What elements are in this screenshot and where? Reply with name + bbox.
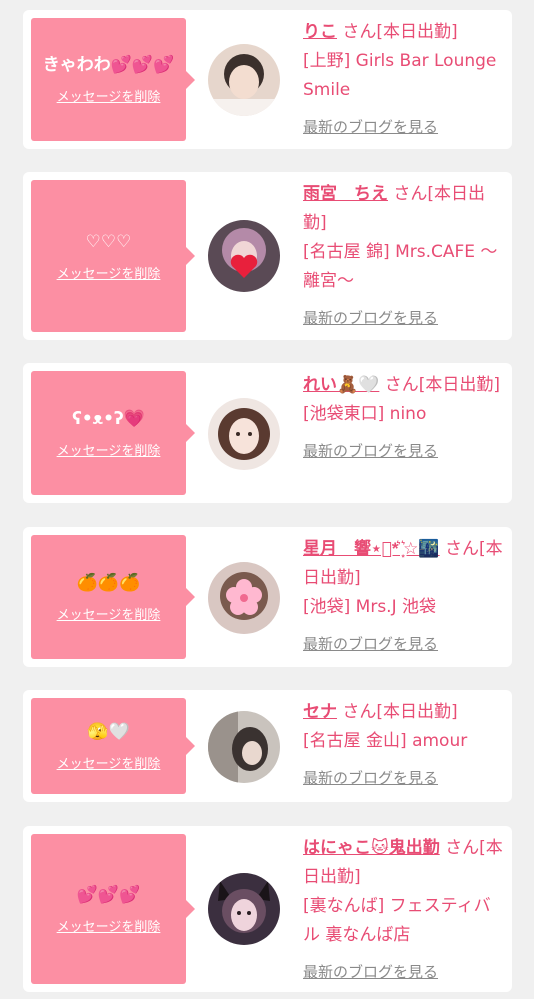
latest-blog-link[interactable]: 最新のブログを見る	[303, 437, 503, 466]
message-bubble: 💕💕💕 メッセージを削除	[31, 834, 195, 984]
message-text: 🍊🍊🍊	[76, 572, 141, 593]
latest-blog-link[interactable]: 最新のブログを見る	[303, 304, 503, 333]
cast-info: りこ さん[本日出勤] [上野] Girls Bar Lounge Smile …	[303, 18, 503, 142]
shop-text: [名古屋 金山] amour	[303, 731, 468, 751]
delete-message-link[interactable]: メッセージを削除	[57, 916, 161, 935]
message-bubble: 🫣🤍 メッセージを削除	[31, 698, 195, 794]
shop-text: [池袋] Mrs.J 池袋	[303, 597, 437, 617]
avatar[interactable]	[208, 220, 280, 292]
latest-blog-link[interactable]: 最新のブログを見る	[303, 630, 503, 659]
message-bubble: ʕ•ᴥ•ʔ💗 メッセージを削除	[31, 371, 195, 495]
avatar[interactable]	[208, 711, 280, 783]
status-text: さん[本日出勤]	[379, 375, 501, 395]
shop-text: [池袋東口] nino	[303, 404, 427, 424]
shop-text: [裏なんば] フェスティバル 裏なんば店	[303, 896, 491, 945]
cast-name-link[interactable]: りこ	[303, 22, 337, 42]
cast-name-link[interactable]: はにゃこ🐱鬼出勤	[303, 838, 440, 858]
avatar[interactable]	[208, 873, 280, 945]
cast-name-link[interactable]: 雨宮 ちえ	[303, 184, 388, 204]
message-text: きゃわわ💕💕💕	[42, 55, 175, 75]
delete-message-link[interactable]: メッセージを削除	[57, 263, 161, 282]
latest-blog-link[interactable]: 最新のブログを見る	[303, 113, 503, 142]
shop-text: [名古屋 錦] Mrs.CAFE ～離宮～	[303, 242, 498, 291]
avatar[interactable]	[208, 398, 280, 470]
status-text: さん[本日出勤]	[337, 702, 458, 722]
message-card: ʕ•ᴥ•ʔ💗 メッセージを削除 れい🧸🤍 さん[本日出勤] [池袋東口] nin…	[23, 363, 512, 503]
message-text: 💕💕💕	[76, 884, 141, 905]
cast-name-link[interactable]: 星月 響⋆͛*͛ ͙͛☆🌃	[303, 539, 440, 559]
message-text: 🫣🤍	[87, 721, 130, 742]
shop-text: [上野] Girls Bar Lounge Smile	[303, 51, 497, 100]
cast-name-link[interactable]: セナ	[303, 702, 337, 722]
message-card: きゃわわ💕💕💕 メッセージを削除 りこ さん[本日出勤] [上野] Girls …	[23, 10, 512, 149]
cast-info: はにゃこ🐱鬼出勤 さん[本日出勤] [裏なんば] フェスティバル 裏なんば店 最…	[303, 834, 503, 987]
message-card: 💕💕💕 メッセージを削除 はにゃこ🐱鬼出勤 さん[本日出勤] [裏なんば] フェ…	[23, 826, 512, 992]
message-bubble: きゃわわ💕💕💕 メッセージを削除	[31, 18, 195, 141]
message-card: ♡♡♡ メッセージを削除 雨宮 ちえ さん[本日出勤] [名古屋 錦] Mrs.…	[23, 172, 512, 340]
delete-message-link[interactable]: メッセージを削除	[57, 604, 161, 623]
delete-message-link[interactable]: メッセージを削除	[57, 440, 161, 459]
delete-message-link[interactable]: メッセージを削除	[57, 753, 161, 772]
latest-blog-link[interactable]: 最新のブログを見る	[303, 958, 503, 987]
cast-info: セナ さん[本日出勤] [名古屋 金山] amour 最新のブログを見る	[303, 698, 503, 793]
cast-name-link[interactable]: れい🧸🤍	[303, 375, 379, 395]
cast-info: 雨宮 ちえ さん[本日出勤] [名古屋 錦] Mrs.CAFE ～離宮～ 最新の…	[303, 180, 503, 333]
message-bubble: 🍊🍊🍊 メッセージを削除	[31, 535, 195, 659]
avatar[interactable]	[208, 562, 280, 634]
status-text: さん[本日出勤]	[337, 22, 458, 42]
delete-message-link[interactable]: メッセージを削除	[57, 86, 161, 105]
message-text: ʕ•ᴥ•ʔ💗	[72, 408, 145, 429]
message-card: 🫣🤍 メッセージを削除 セナ さん[本日出勤] [名古屋 金山] amour 最…	[23, 690, 512, 802]
cast-info: れい🧸🤍 さん[本日出勤] [池袋東口] nino 最新のブログを見る	[303, 371, 503, 466]
avatar[interactable]	[208, 44, 280, 116]
cast-info: 星月 響⋆͛*͛ ͙͛☆🌃 さん[本日出勤] [池袋] Mrs.J 池袋 最新の…	[303, 535, 503, 659]
message-text: ♡♡♡	[85, 231, 132, 252]
message-card: 🍊🍊🍊 メッセージを削除 星月 響⋆͛*͛ ͙͛☆🌃 さん[本日出勤] [池袋]…	[23, 527, 512, 667]
message-bubble: ♡♡♡ メッセージを削除	[31, 180, 195, 332]
latest-blog-link[interactable]: 最新のブログを見る	[303, 764, 503, 793]
